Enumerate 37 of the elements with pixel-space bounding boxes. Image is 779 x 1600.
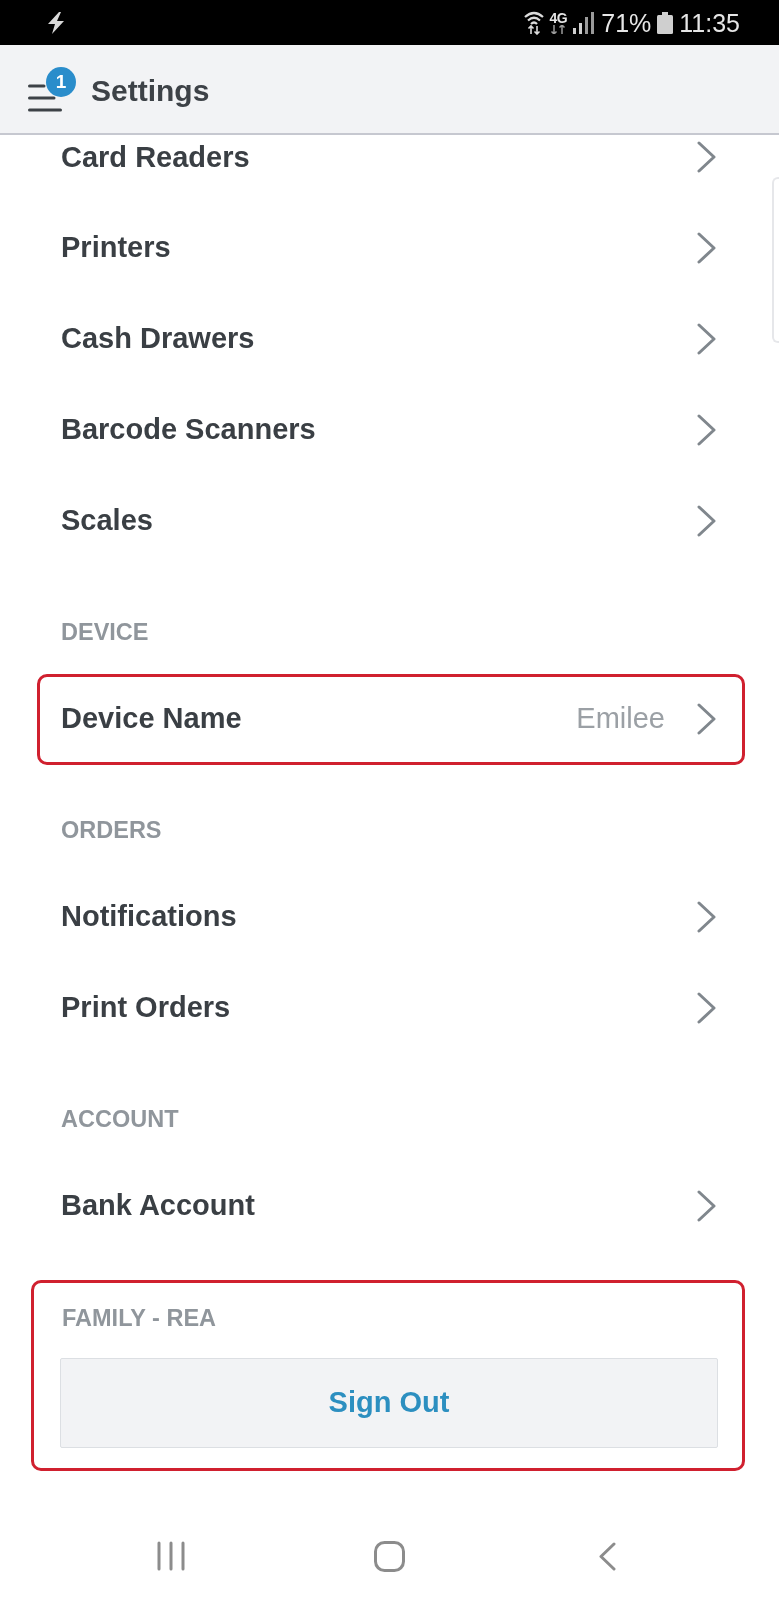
signal-icon [573,11,596,34]
chevron-right-icon [697,703,716,735]
section-header: ACCOUNT [61,1107,179,1131]
settings-list-item[interactable]: Barcode Scanners [37,384,745,476]
menu-button[interactable]: 1 [28,67,76,113]
section-header: ORDERS [61,818,162,842]
notification-badge: 1 [46,67,76,97]
chevron-right-icon [697,414,716,446]
chevron-right-icon [697,1190,716,1222]
chevron-right-icon [697,232,716,264]
battery-percentage: 71% [601,8,652,37]
chevron-right-icon [697,505,716,537]
section-header: DEVICE [61,620,149,644]
chevron-right-icon [697,901,716,933]
chevron-right-icon [697,323,716,355]
settings-list-item[interactable]: Device Name Emilee [37,673,745,765]
chevron-right-icon [697,141,716,174]
wifi-icon [523,10,544,35]
settings-list-item[interactable]: Scales [37,475,745,567]
section-header: FAMILY - REA [62,1306,217,1330]
settings-list-item[interactable]: Printers [37,202,745,294]
chevron-right-icon [697,992,716,1024]
page-title: Settings [91,73,210,109]
settings-list-item[interactable]: Print Orders [37,962,745,1054]
settings-list-item[interactable]: Notifications [37,871,745,963]
clock-time: 11:35 [679,8,740,37]
back-icon[interactable] [598,1541,616,1571]
settings-list-item[interactable]: Card Readers [37,135,745,203]
settings-list-item[interactable]: Cash Drawers [37,293,745,385]
recents-icon[interactable] [157,1541,185,1571]
data-arrows-icon [550,25,567,34]
home-icon[interactable] [373,1540,405,1572]
battery-icon [657,11,674,34]
setting-value: Emilee [576,701,665,737]
settings-list-item[interactable]: Bank Account [37,1160,745,1252]
lightning-icon [47,11,65,34]
network-type: 4G [549,11,568,25]
